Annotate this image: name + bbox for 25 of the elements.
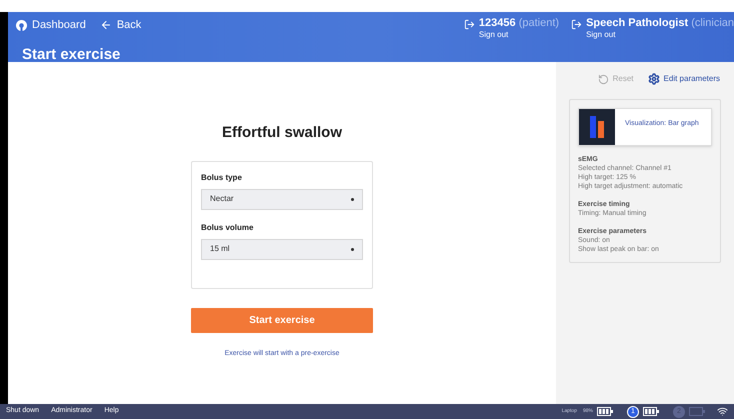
back-link[interactable]: Back xyxy=(100,17,142,34)
battery-icon xyxy=(689,407,705,416)
logo-icon xyxy=(16,20,27,31)
field-label: Bolus volume xyxy=(201,222,254,234)
select-field[interactable]: Nectar xyxy=(201,188,363,210)
sign-out-icon xyxy=(571,19,582,30)
user-name: 123456 (patient) xyxy=(478,17,560,29)
bar-graph-icon xyxy=(579,109,615,145)
start-exercise-button[interactable]: Start exercise xyxy=(191,308,373,332)
reset-icon xyxy=(598,74,609,84)
dashboard-link[interactable]: Dashboard xyxy=(16,17,86,34)
sign-out-icon xyxy=(464,19,475,30)
battery-icon xyxy=(643,407,659,416)
battery-icon xyxy=(597,407,613,416)
edit-parameters-button[interactable]: Edit parameters xyxy=(648,73,720,85)
page-title: Start exercise xyxy=(22,45,120,65)
user-name: Speech Pathologist (clinician xyxy=(586,17,734,29)
field-label: Bolus type xyxy=(201,172,243,184)
back-arrow-icon xyxy=(100,19,112,32)
select-field[interactable]: 15 ml xyxy=(201,238,363,260)
settings-icon xyxy=(648,73,660,85)
sign-out-link[interactable]: Sign out xyxy=(478,29,508,41)
sign-out-link[interactable]: Sign out xyxy=(586,29,616,41)
exercise-title: Effortful swallow xyxy=(222,123,342,143)
wifi-icon[interactable] xyxy=(717,406,728,417)
